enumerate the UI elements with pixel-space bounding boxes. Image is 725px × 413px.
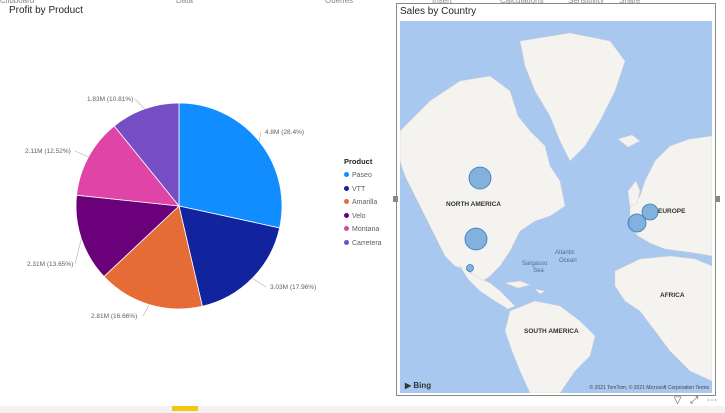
data-label-velo: 2.31M (13.65%)	[27, 261, 73, 268]
legend-item-carretera[interactable]: Carretera	[344, 238, 382, 252]
bubble-usa[interactable]	[464, 227, 488, 251]
legend-swatch-icon	[344, 172, 349, 177]
legend-item-label: Amarilla	[352, 199, 378, 206]
legend-swatch-icon	[344, 226, 349, 231]
label-ocean: Ocean	[559, 258, 577, 264]
legend-item-velo[interactable]: Velo	[344, 211, 382, 225]
legend-item-montana[interactable]: Montana	[344, 224, 382, 238]
legend-item-label: Velo	[352, 212, 366, 220]
page-scrollbar[interactable]	[0, 406, 725, 413]
leader-line-amarilla	[142, 304, 150, 317]
legend-swatch-icon	[344, 185, 349, 191]
leader-line-carretera	[134, 98, 145, 110]
world-map: NORTH AMERICA EUROPE AFRICA SOUTH AMERIC…	[400, 32, 712, 393]
bubble-germany[interactable]	[641, 203, 659, 221]
data-label-carretera: 1.83M (10.81%)	[87, 96, 133, 103]
label-south-america: SOUTH AMERICA	[524, 328, 579, 335]
leader-line-velo	[74, 238, 82, 265]
legend-item-amarilla[interactable]: Amarilla	[344, 197, 382, 211]
bing-logo: ▶ Bing	[405, 381, 431, 390]
legend-swatch-icon	[344, 199, 349, 204]
label-atlantic: Atlantic	[555, 250, 575, 256]
profit-by-product-visual[interactable]: Profit by Product 4.8M (28.4%) 3.03M (17.…	[3, 3, 393, 403]
data-label-montana: 2.11M (12.52%)	[25, 148, 71, 155]
page-scrollbar-thumb[interactable]	[172, 406, 198, 411]
filter-icon[interactable]: ▽	[674, 395, 682, 406]
legend-title: Product	[344, 157, 373, 166]
visual-header-icons: ▽ ⤢ ⋯	[668, 395, 717, 406]
legend-item-label: VTT	[352, 185, 366, 193]
more-options-icon[interactable]: ⋯	[707, 395, 717, 406]
data-label-vtt: 3.03M (17.96%)	[270, 284, 316, 291]
caribbean-islands	[504, 280, 546, 295]
focus-mode-icon[interactable]: ⤢	[690, 395, 698, 406]
data-label-amarilla: 2.81M (16.66%)	[91, 313, 137, 320]
resize-handle-left[interactable]	[393, 196, 398, 202]
sales-by-country-visual[interactable]: Sales by Country NORTH AMERICA EUROPE AF…	[396, 3, 716, 396]
bing-logo-text: Bing	[413, 381, 432, 390]
europe-landmass	[629, 135, 712, 257]
pie-legend: Product Paseo VTT Amarilla Velo Montana Carre…	[344, 157, 382, 251]
leader-line-vtt	[252, 278, 267, 288]
bubble-canada[interactable]	[468, 166, 492, 190]
pie-chart[interactable]: 4.8M (28.4%) 3.03M (17.96%) 2.81M (16.66%)…	[3, 3, 393, 403]
africa-landmass	[614, 255, 712, 382]
legend-swatch-icon	[344, 212, 349, 218]
label-north-america: NORTH AMERICA	[446, 201, 501, 208]
resize-handle-right[interactable]	[715, 196, 720, 202]
south-america-landmass	[504, 300, 596, 393]
legend-item-paseo[interactable]: Paseo	[344, 170, 382, 184]
label-europe: EUROPE	[658, 208, 686, 215]
bubble-mexico[interactable]	[466, 264, 474, 272]
legend-item-vtt[interactable]: VTT	[344, 184, 382, 198]
label-sea: Sea	[533, 268, 544, 274]
data-label-paseo: 4.8M (28.4%)	[265, 129, 304, 136]
legend-item-label: Paseo	[352, 172, 372, 179]
bing-logo-icon: ▶	[405, 381, 412, 390]
iceland-landmass	[617, 134, 641, 148]
leader-line-montana	[74, 150, 89, 158]
map-attribution[interactable]: © 2021 TomTom, © 2021 Microsoft Corporat…	[590, 385, 709, 391]
label-sargasso: Sargasso	[522, 261, 548, 267]
map-title: Sales by Country	[400, 6, 477, 17]
legend-item-label: Montana	[352, 226, 380, 233]
legend-item-label: Carretera	[352, 239, 382, 247]
map-canvas[interactable]: NORTH AMERICA EUROPE AFRICA SOUTH AMERIC…	[400, 21, 712, 393]
label-africa: AFRICA	[660, 292, 685, 299]
legend-swatch-icon	[344, 239, 349, 245]
leader-line-paseo	[258, 131, 262, 142]
